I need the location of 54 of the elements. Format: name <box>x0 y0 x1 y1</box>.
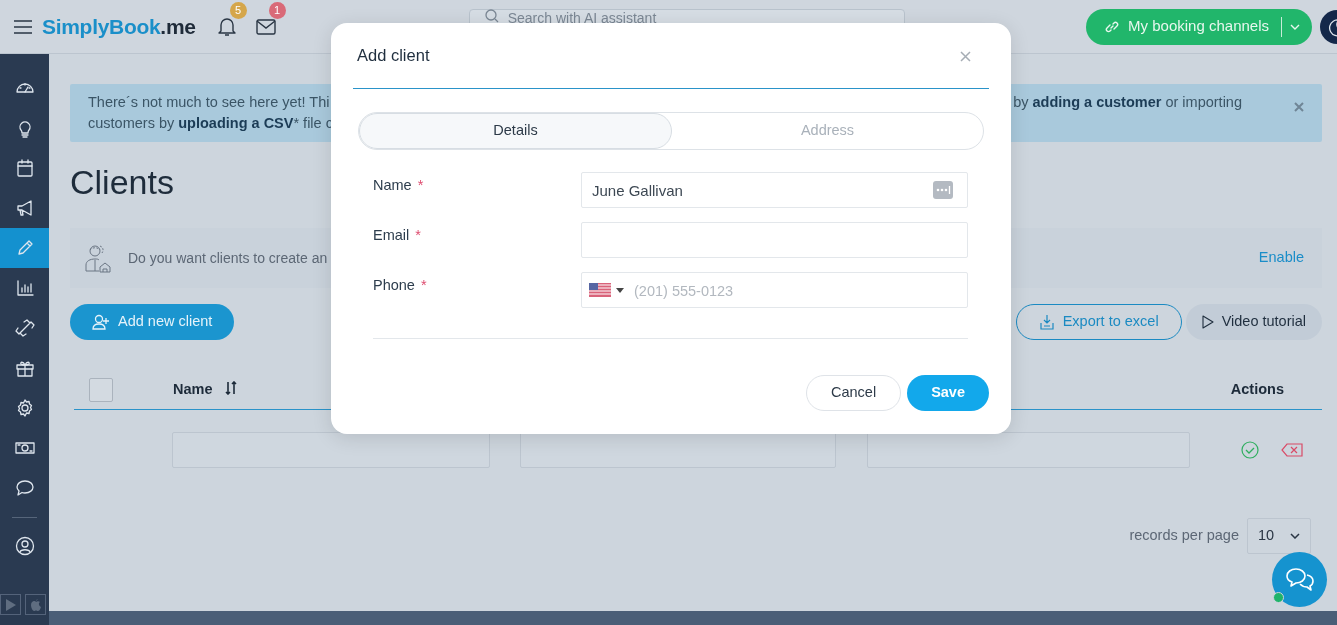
add-user-icon <box>92 314 110 330</box>
apple-icon <box>29 597 42 612</box>
info-text: Do you want clients to create an <box>128 248 328 268</box>
bell-icon[interactable] <box>217 16 236 37</box>
filter-field[interactable] <box>520 432 836 468</box>
search-icon <box>484 9 499 23</box>
required-mark: * <box>420 276 427 295</box>
column-header[interactable]: Name <box>173 378 237 401</box>
field-label: Email <box>373 226 410 245</box>
column-header[interactable]: Actions <box>1230 378 1284 401</box>
delete-icon[interactable] <box>1281 443 1303 457</box>
chat-button[interactable] <box>1272 552 1327 607</box>
user-home-icon <box>84 243 112 273</box>
online-status-dot <box>1273 592 1284 603</box>
cancel-button[interactable]: Cancel <box>806 375 902 411</box>
caret-icon <box>1290 23 1300 30</box>
required-mark: * <box>417 176 424 195</box>
chat-icon <box>14 478 35 498</box>
user-circle-icon <box>14 536 35 556</box>
logo[interactable]: SimplyBook.me <box>42 10 196 43</box>
mail-icon[interactable] <box>255 18 276 35</box>
video-tutorial-button[interactable]: Video tutorial <box>1185 304 1322 340</box>
notification-count: 5 <box>229 1 247 19</box>
calendar-icon <box>14 158 35 178</box>
banner-text: by adding a customer or importing <box>1013 93 1242 112</box>
download-icon <box>1038 314 1055 330</box>
dialog-title: Add client <box>357 45 430 67</box>
phone-field[interactable]: (201) 555-0123 <box>581 272 968 308</box>
filter-field[interactable] <box>172 432 490 468</box>
required-mark: * <box>415 226 421 245</box>
filter-field[interactable] <box>867 432 1190 468</box>
link-icon <box>14 318 35 338</box>
input-field[interactable] <box>581 222 968 258</box>
flag-icon[interactable] <box>589 283 611 297</box>
chat-icon <box>1284 566 1315 593</box>
dialog-tab[interactable]: Details <box>359 113 672 149</box>
field-label: Name <box>373 176 412 195</box>
records-per-page-label: records per page <box>1129 526 1239 546</box>
menu-icon[interactable] <box>14 19 32 34</box>
check-circle-icon[interactable] <box>1241 441 1259 459</box>
message-count: 1 <box>268 1 286 19</box>
play-icon <box>4 597 17 612</box>
caret-icon <box>1290 533 1300 539</box>
banner-text: There´s not much to see here yet! Thi <box>88 93 331 112</box>
field-label: Phone <box>373 276 415 295</box>
input-field[interactable]: June Gallivan <box>581 172 968 208</box>
megaphone-icon <box>14 198 35 218</box>
select-all-checkbox[interactable] <box>89 377 113 402</box>
close-icon <box>960 51 971 63</box>
bar-chart-icon <box>14 278 35 298</box>
page-title: Clients <box>70 162 174 203</box>
play-icon <box>1201 315 1214 329</box>
close-icon <box>1294 102 1304 113</box>
sort-icon <box>224 380 237 395</box>
